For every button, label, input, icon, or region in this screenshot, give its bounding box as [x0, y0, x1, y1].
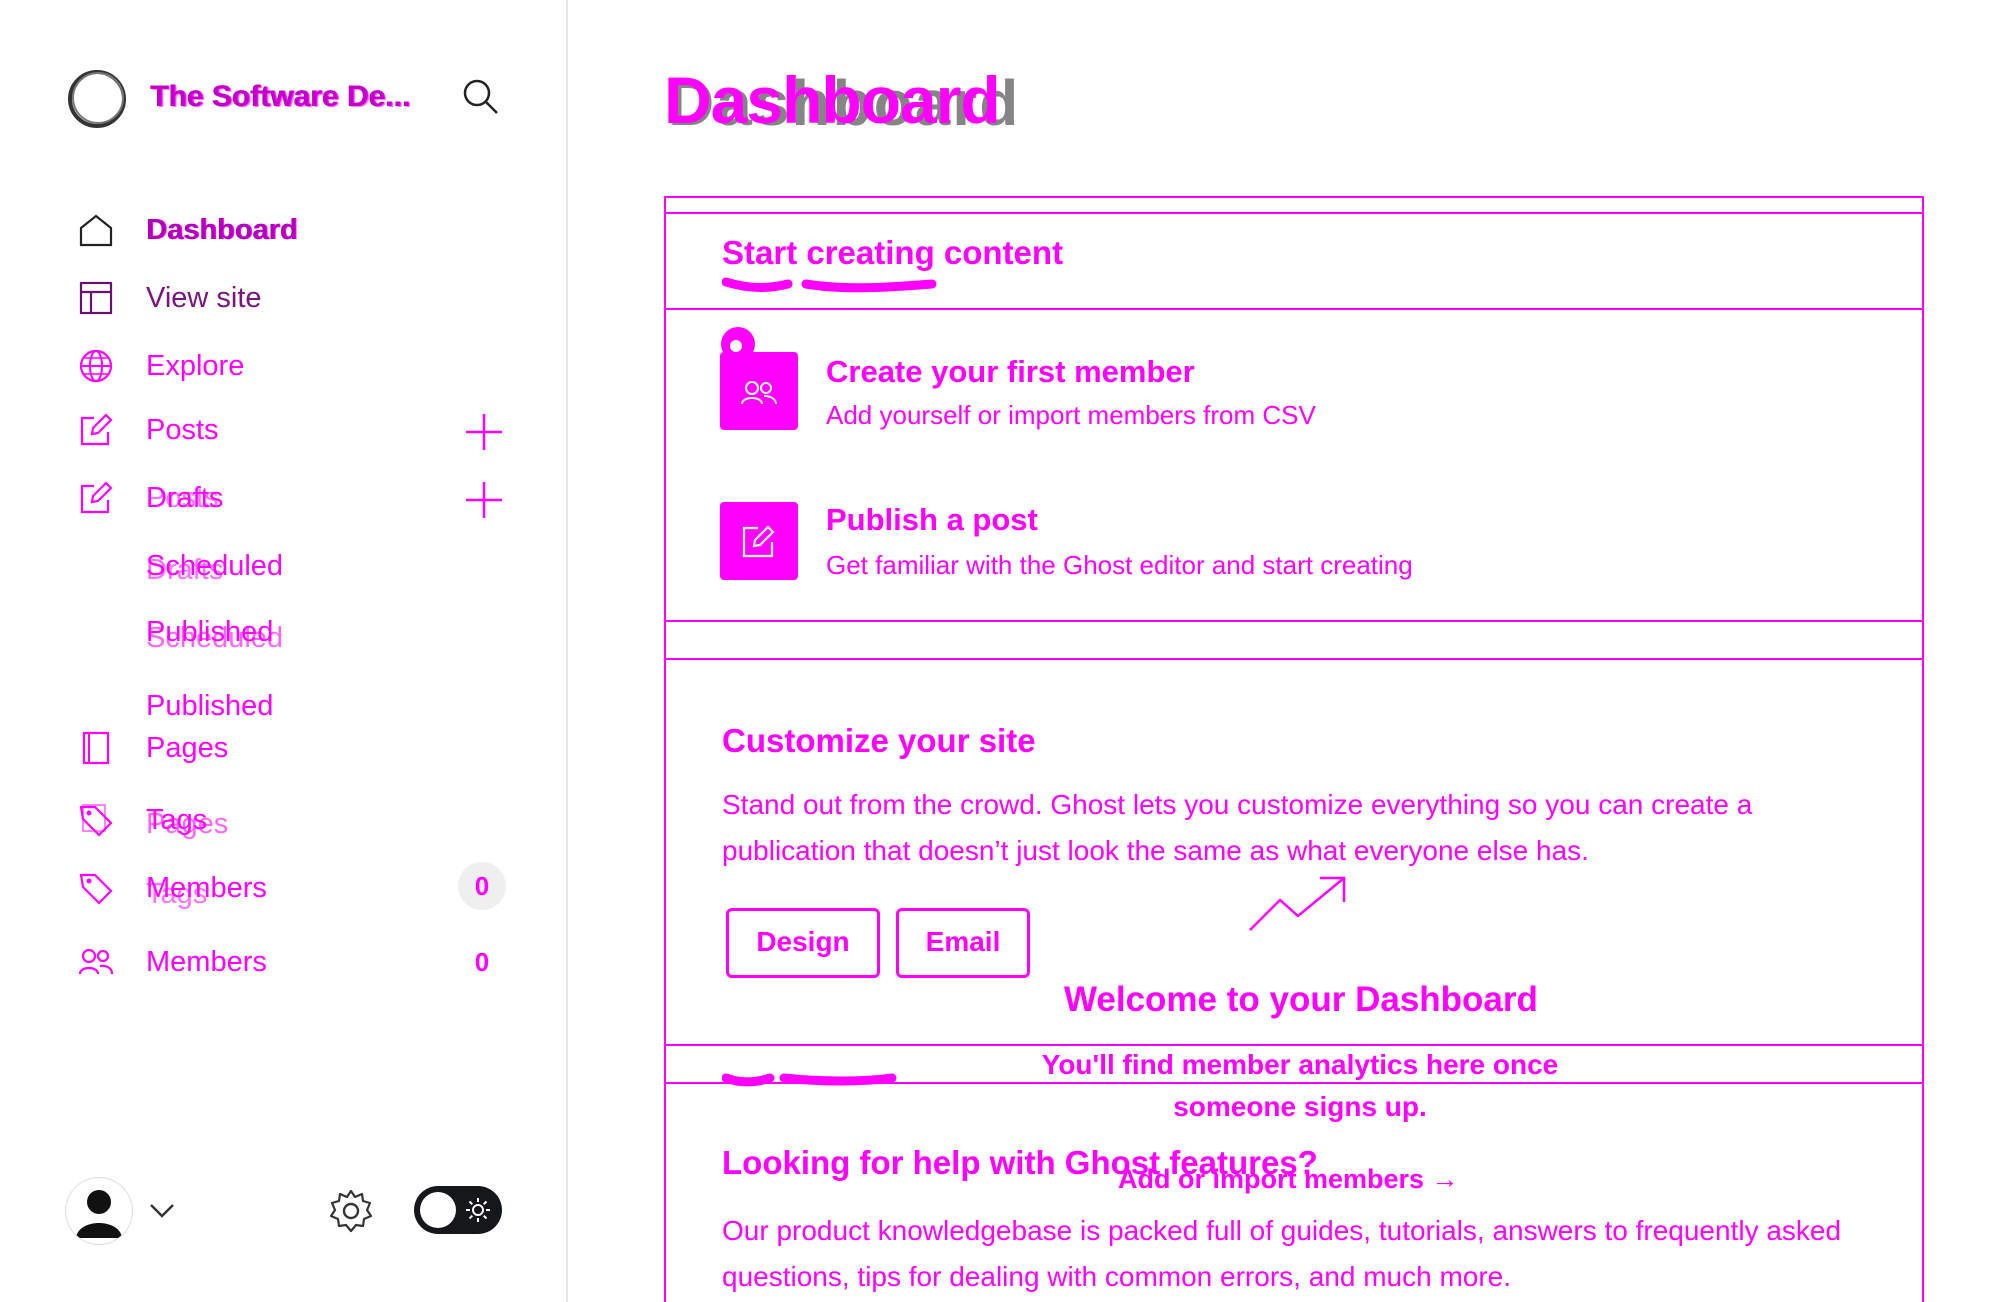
layout-icon — [78, 280, 114, 316]
home-icon — [78, 212, 114, 248]
add-members-link[interactable]: Add or import members → — [1118, 1164, 1459, 1195]
avatar[interactable] — [66, 1178, 132, 1244]
nav-label-pages-ghost: Pages — [146, 808, 229, 840]
nav-label-pages: Pages — [146, 732, 229, 764]
nav-label-scheduled-ghost: Scheduled — [146, 622, 284, 654]
customize-heading: Customize your site — [722, 722, 1036, 759]
site-logo[interactable] — [66, 68, 128, 130]
members-count-badge-ghost: 0 — [458, 862, 506, 910]
search-icon[interactable] — [460, 76, 500, 116]
chevron-down-icon[interactable] — [148, 1200, 176, 1220]
card-top-line — [664, 212, 1924, 214]
nav-item-published-ghost[interactable]: Published Scheduled — [0, 614, 540, 664]
design-button[interactable]: Design — [726, 908, 880, 978]
nav-label-drafts-ghost: Drafts — [146, 554, 224, 586]
tag-icon — [78, 802, 114, 838]
divider — [664, 308, 1924, 310]
nav-item-posts[interactable]: Posts — [0, 406, 540, 456]
edit-icon — [78, 412, 114, 448]
nav-label-published: Published — [146, 690, 274, 722]
task-title-post[interactable]: Publish a post — [826, 502, 1038, 538]
nav-item-dashboard[interactable]: Dashboard — [0, 206, 540, 256]
welcome-text: You'll find member analytics here once s… — [1041, 1049, 1559, 1122]
heading-underline-scribble — [722, 1073, 897, 1087]
trend-up-icon — [1249, 876, 1346, 931]
nav-label-posts-ghost: Posts — [146, 482, 219, 514]
post-task-icon[interactable] — [720, 502, 798, 580]
members-count-badge: 0 — [474, 947, 490, 977]
members-icon — [78, 944, 114, 980]
heading-underline-scribble — [722, 277, 937, 293]
new-post-plus-icon[interactable] — [464, 412, 504, 452]
member-task-icon[interactable] — [720, 352, 798, 430]
welcome-title: Welcome to your Dashboard — [1064, 980, 1538, 1019]
sidebar: The Software De... Dashboard View site E… — [0, 0, 568, 1302]
pages-icon — [78, 730, 114, 766]
nav-item-view-site[interactable]: View site — [0, 274, 540, 324]
nav-label-view-site: View site — [146, 282, 262, 314]
nav-item-pages[interactable]: Pages — [0, 724, 540, 774]
edit-icon — [742, 525, 775, 558]
tag-icon — [78, 870, 114, 906]
new-draft-plus-icon[interactable] — [464, 480, 504, 520]
theme-toggle[interactable] — [414, 1186, 502, 1234]
nav-label-tags-ghost: Tags — [146, 878, 208, 910]
nav-label-explore: Explore — [146, 350, 245, 382]
task-title-member[interactable]: Create your first member — [826, 354, 1195, 390]
sun-icon — [466, 1198, 490, 1222]
site-title[interactable]: The Software De... — [150, 80, 410, 114]
nav-label-members: Members — [146, 946, 267, 978]
nav-label-dashboard: Dashboard — [146, 214, 298, 246]
nav-label-posts: Posts — [146, 414, 219, 446]
nav-item-tags[interactable]: Tags Pages — [0, 796, 540, 846]
help-text: Our product knowledgebase is packed full… — [722, 1215, 1842, 1292]
page-title: Dashboard — [664, 63, 1001, 137]
section-band — [664, 620, 1924, 660]
customize-text: Stand out from the crowd. Ghost lets you… — [722, 789, 1753, 866]
edit-icon — [78, 480, 114, 516]
task-subtitle-member: Add yourself or import members from CSV — [826, 400, 1316, 430]
members-icon — [741, 381, 777, 405]
gear-icon[interactable] — [328, 1188, 374, 1234]
nav-item-explore[interactable]: Explore — [0, 342, 540, 392]
nav-item-scheduled[interactable]: Scheduled Drafts — [0, 542, 540, 592]
nav-item-drafts[interactable]: Drafts Posts — [0, 474, 540, 524]
start-creating-heading: Start creating content — [722, 234, 1064, 271]
toggle-knob — [420, 1192, 456, 1228]
globe-icon — [78, 348, 114, 384]
email-button[interactable]: Email — [896, 908, 1030, 978]
task-subtitle-post: Get familiar with the Ghost editor and s… — [826, 550, 1413, 580]
